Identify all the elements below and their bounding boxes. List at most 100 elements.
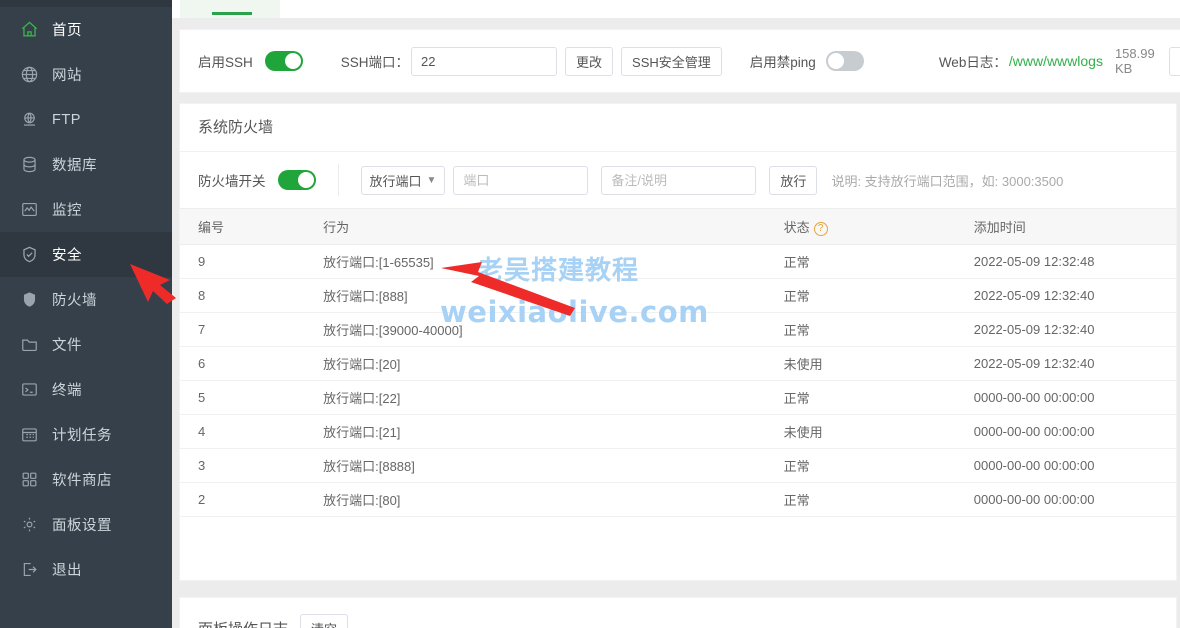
panel-page: 首页 网站 FTP 数据库 监控 安全 防火墙 文件 终端 计划任务 软件商店 …	[0, 0, 1180, 628]
rule-type-select[interactable]: 放行端口 ▼	[360, 165, 446, 195]
sidebar-item-label: 软件商店	[52, 473, 112, 489]
sidebar-item-ftp[interactable]: FTP	[0, 97, 172, 142]
tab-system-security[interactable]: 系统安全	[180, 0, 280, 18]
cell-rule-time: 2022-05-09 12:32:40	[955, 346, 1176, 381]
clear-log-button[interactable]: 清	[1168, 46, 1180, 76]
cell-rule-action: 放行端口:[8888]	[305, 448, 766, 483]
sidebar-item-label: 终端	[52, 383, 82, 399]
enable-ssh-toggle[interactable]	[264, 51, 303, 71]
logout-icon	[18, 559, 40, 581]
tab-active-underline	[212, 12, 252, 15]
sidebar-item-database[interactable]: 数据库	[0, 142, 172, 187]
sidebar-item-label: 安全	[52, 248, 82, 264]
rule-type-selected-label: 放行端口	[369, 173, 422, 189]
help-question-icon[interactable]: ?	[813, 221, 828, 236]
sidebar-top-strip	[0, 0, 172, 7]
port-input[interactable]	[453, 165, 589, 195]
cell-rule-status: 正常	[765, 448, 956, 483]
sidebar-item-label: FTP	[52, 111, 81, 128]
cell-rule-time: 2022-05-09 12:32:48	[955, 244, 1176, 279]
enable-ssh-label: 启用SSH	[198, 55, 253, 70]
table-row[interactable]: 4 放行端口:[21] 未使用 0000-00-00 00:00:00	[180, 414, 1176, 449]
shield-check-icon	[18, 244, 40, 266]
column-header-status-text: 状态	[783, 220, 810, 235]
cell-rule-action: 放行端口:[22]	[305, 380, 766, 415]
cell-rule-id: 5	[180, 380, 306, 415]
cell-rule-status: 正常	[765, 244, 956, 279]
web-log-size: 158.99 KB	[1114, 46, 1155, 76]
cell-rule-id: 3	[180, 448, 306, 483]
gear-icon	[18, 514, 40, 536]
cell-rule-time: 0000-00-00 00:00:00	[955, 482, 1176, 517]
sidebar-item-label: 网站	[52, 68, 82, 84]
note-input[interactable]	[601, 165, 757, 195]
change-ssh-port-button[interactable]: 更改	[565, 46, 614, 76]
column-header-id: 编号	[180, 208, 306, 245]
sidebar-item-files[interactable]: 文件	[0, 322, 172, 367]
home-icon	[18, 19, 40, 41]
tab-strip: 系统安全	[172, 0, 1180, 18]
ssh-security-management-button[interactable]: SSH安全管理	[621, 46, 722, 76]
disable-ping-toggle[interactable]	[825, 51, 864, 71]
cell-rule-status: 正常	[765, 482, 956, 517]
cell-rule-time: 0000-00-00 00:00:00	[955, 448, 1176, 483]
web-log-path[interactable]: /www/wwwlogs	[1009, 53, 1103, 69]
sidebar-item-label: 退出	[52, 563, 82, 579]
cell-rule-action: 放行端口:[80]	[305, 482, 766, 517]
table-header-row: 编号 行为 状态? 添加时间	[180, 208, 1176, 245]
table-row[interactable]: 6 放行端口:[20] 未使用 2022-05-09 12:32:40	[180, 346, 1176, 381]
cell-rule-status: 正常	[765, 278, 956, 313]
panel-log-clear-button[interactable]: 清空	[300, 614, 349, 628]
sidebar-item-label: 监控	[52, 203, 82, 219]
firewall-title: 系统防火墙	[180, 104, 1176, 152]
sidebar: 首页 网站 FTP 数据库 监控 安全 防火墙 文件 终端 计划任务 软件商店 …	[0, 0, 172, 628]
cell-rule-id: 9	[180, 244, 306, 279]
sidebar-item-label: 数据库	[52, 158, 97, 174]
toggle-knob	[297, 172, 314, 188]
sidebar-item-label: 首页	[52, 23, 82, 39]
sidebar-item-label: 计划任务	[52, 428, 112, 444]
grid-icon	[18, 469, 40, 491]
cell-rule-status: 未使用	[765, 346, 956, 381]
table-row[interactable]: 7 放行端口:[39000-40000] 正常 2022-05-09 12:32:40	[180, 312, 1176, 347]
table-row[interactable]: 2 放行端口:[80] 正常 0000-00-00 00:00:00	[180, 482, 1176, 517]
firewall-icon	[18, 289, 40, 311]
cell-rule-action: 放行端口:[21]	[305, 414, 766, 449]
sidebar-item-website[interactable]: 网站	[0, 52, 172, 97]
system-firewall-card: 系统防火墙 防火墙开关 放行端口 ▼ 放行 说明: 支持放行端口范围，如: 30…	[180, 104, 1176, 580]
table-row[interactable]: 5 放行端口:[22] 正常 0000-00-00 00:00:00	[180, 380, 1176, 415]
sidebar-item-label: 面板设置	[52, 518, 112, 534]
disable-ping-label: 启用禁ping	[749, 55, 816, 70]
cell-rule-action: 放行端口:[20]	[305, 346, 766, 381]
cell-rule-id: 6	[180, 346, 306, 381]
toggle-knob	[827, 53, 844, 69]
cell-rule-action: 放行端口:[888]	[305, 278, 766, 313]
cell-rule-id: 4	[180, 414, 306, 449]
allow-button[interactable]: 放行	[769, 165, 818, 195]
sidebar-item-home[interactable]: 首页	[0, 7, 172, 52]
sidebar-item-appstore[interactable]: 软件商店	[0, 457, 172, 502]
panel-operation-log-card: 面板操作日志 清空	[180, 598, 1176, 628]
calendar-icon	[18, 424, 40, 446]
table-row[interactable]: 3 放行端口:[8888] 正常 0000-00-00 00:00:00	[180, 448, 1176, 483]
cell-rule-status: 未使用	[765, 414, 956, 449]
ftp-icon	[18, 109, 40, 131]
sidebar-item-settings[interactable]: 面板设置	[0, 502, 172, 547]
cell-rule-id: 7	[180, 312, 306, 347]
table-row[interactable]: 8 放行端口:[888] 正常 2022-05-09 12:32:40	[180, 278, 1176, 313]
sidebar-item-firewall[interactable]: 防火墙	[0, 277, 172, 322]
cell-rule-action: 放行端口:[39000-40000]	[305, 312, 766, 347]
sidebar-item-monitor[interactable]: 监控	[0, 187, 172, 232]
divider	[337, 164, 339, 196]
firewall-switch-toggle[interactable]	[277, 170, 316, 190]
ssh-port-input[interactable]	[411, 46, 558, 76]
sidebar-item-crontab[interactable]: 计划任务	[0, 412, 172, 457]
sidebar-item-terminal[interactable]: 终端	[0, 367, 172, 412]
cell-rule-status: 正常	[765, 380, 956, 415]
ssh-port-label: SSH端口：	[340, 55, 410, 70]
table-row[interactable]: 9 放行端口:[1-65535] 正常 2022-05-09 12:32:48	[180, 244, 1176, 279]
main-content: 系统安全 启用SSH SSH端口： 更改 SSH安全管理 启用禁ping Web…	[172, 0, 1180, 628]
ssh-toolbar: 启用SSH SSH端口： 更改 SSH安全管理 启用禁ping Web日志： /…	[180, 30, 1180, 92]
sidebar-item-security[interactable]: 安全	[0, 232, 172, 277]
sidebar-item-logout[interactable]: 退出	[0, 547, 172, 592]
